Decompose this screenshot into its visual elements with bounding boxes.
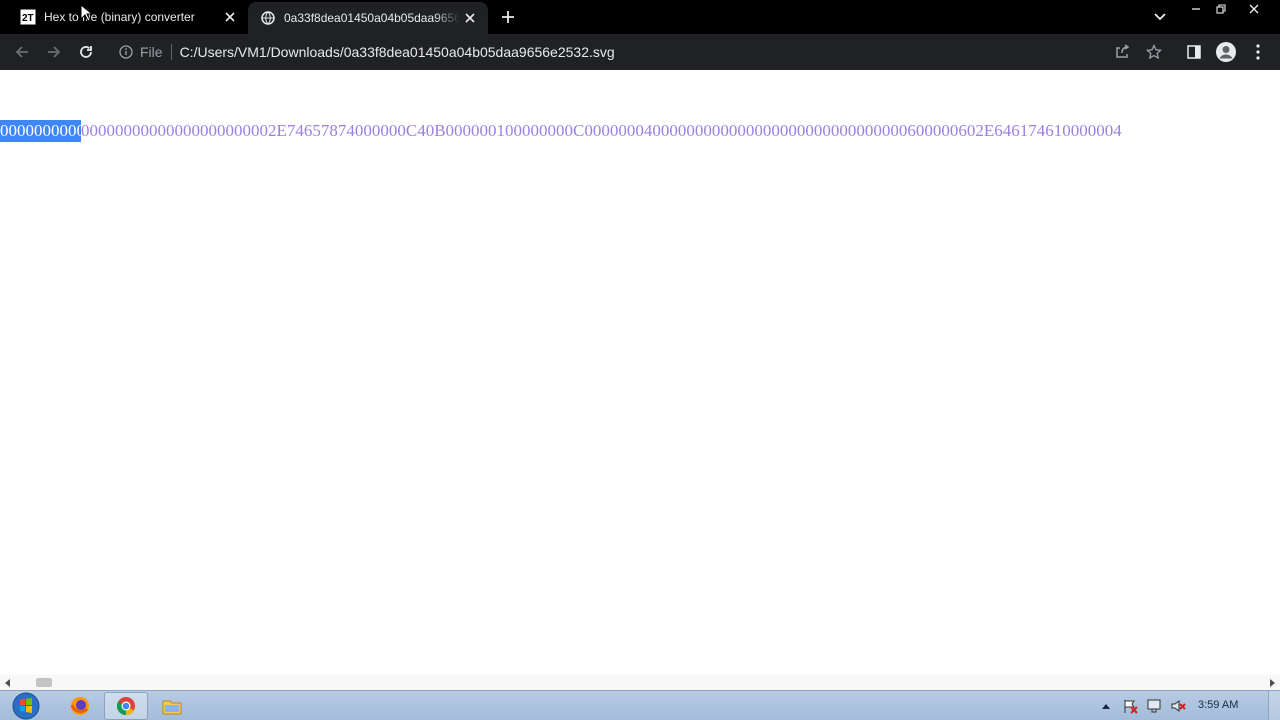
network-icon[interactable] (1146, 698, 1162, 714)
tray-expand-icon[interactable] (1098, 698, 1114, 714)
chevron-down-icon[interactable] (1150, 8, 1170, 26)
tab-svg-file[interactable]: 0a33f8dea01450a04b05daa9656e2532.svg (248, 2, 488, 34)
close-icon[interactable] (460, 8, 480, 28)
tool-site-icon: 2T (20, 9, 36, 25)
reload-icon[interactable] (74, 40, 98, 64)
separator (170, 44, 172, 60)
new-tab-button[interactable] (498, 7, 518, 27)
browser-toolbar: File C:/Users/VM1/Downloads/0a33f8dea014… (0, 34, 1280, 70)
menu-kebab-icon[interactable] (1246, 40, 1270, 64)
restore-icon[interactable] (1208, 0, 1234, 18)
clock[interactable]: 3:59 AM (1198, 699, 1238, 711)
volume-muted-icon[interactable] (1170, 698, 1186, 714)
info-icon[interactable] (116, 42, 136, 62)
close-window-icon[interactable] (1241, 0, 1267, 18)
tab-strip: 2T Hex to file (binary) converter 0a33f8… (0, 0, 1280, 34)
share-icon[interactable] (1110, 40, 1134, 64)
address-bar[interactable]: File C:/Users/VM1/Downloads/0a33f8dea014… (108, 38, 1172, 66)
url-text[interactable]: C:/Users/VM1/Downloads/0a33f8dea01450a04… (180, 44, 615, 60)
taskbar: 3:59 AM (0, 690, 1280, 720)
page-content: 00000000000000000000000000000000002E7465… (0, 70, 1280, 676)
tab-title: 0a33f8dea01450a04b05daa9656e2532.svg (284, 11, 460, 25)
scheme-label: File (140, 44, 163, 60)
scroll-right-arrow-icon[interactable] (1266, 677, 1278, 689)
tab-title: Hex to file (binary) converter (44, 10, 195, 24)
minimize-icon[interactable] (1183, 0, 1209, 18)
bookmark-star-icon[interactable] (1142, 40, 1166, 64)
action-center-flag-icon[interactable] (1122, 698, 1138, 714)
show-desktop-button[interactable] (1268, 691, 1280, 720)
profile-avatar-icon[interactable] (1214, 40, 1238, 64)
forward-arrow-icon[interactable] (42, 40, 66, 64)
start-button[interactable] (6, 692, 46, 720)
scrollbar-thumb[interactable] (36, 678, 52, 687)
scroll-left-arrow-icon[interactable] (2, 677, 14, 689)
side-panel-icon[interactable] (1182, 40, 1206, 64)
tab-hex-converter[interactable]: 2T Hex to file (binary) converter (8, 0, 248, 34)
svg-hex-text[interactable]: 00000000000000000000000000000000002E7465… (0, 120, 1122, 142)
hex-text: 00000000000000000000002E74657874000000C4… (81, 121, 1122, 140)
firefox-icon[interactable] (58, 692, 102, 720)
mouse-cursor-icon (80, 4, 92, 22)
file-explorer-icon[interactable] (150, 692, 194, 720)
globe-icon (260, 10, 276, 26)
selected-text: 000000000000 (0, 120, 81, 142)
svg-text:2T: 2T (22, 13, 34, 24)
close-icon[interactable] (220, 7, 240, 27)
back-arrow-icon[interactable] (10, 40, 34, 64)
horizontal-scrollbar[interactable] (0, 675, 1280, 690)
chrome-icon[interactable] (104, 692, 148, 720)
